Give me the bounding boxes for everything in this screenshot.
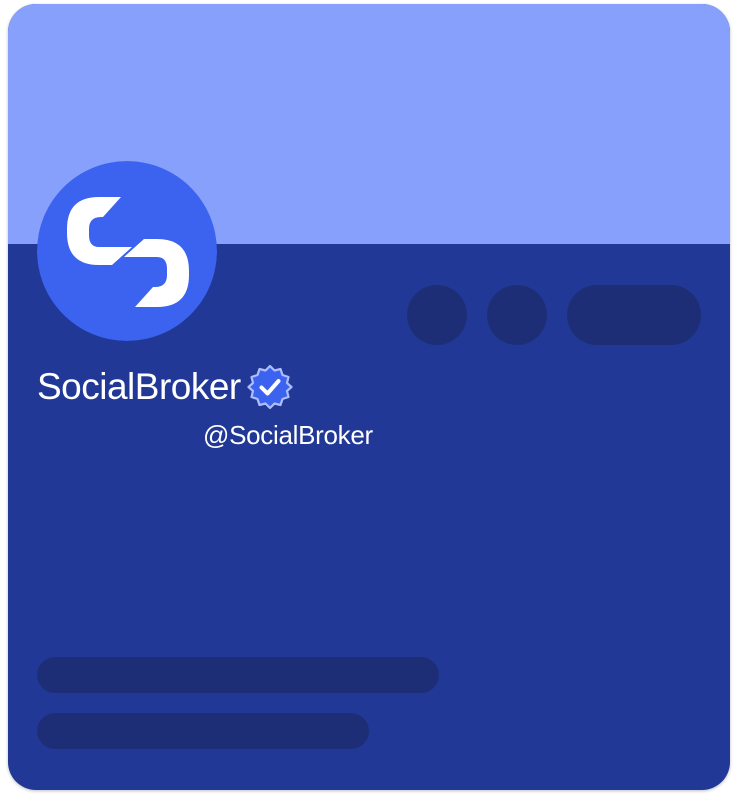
- verified-badge-icon: [247, 364, 293, 410]
- socialbroker-logo-icon: [37, 161, 217, 341]
- profile-handle: @SocialBroker: [203, 420, 373, 450]
- display-name: SocialBroker: [37, 366, 241, 407]
- follow-button-placeholder[interactable]: [567, 285, 701, 345]
- profile-card: SocialBroker @SocialBroker: [8, 4, 730, 790]
- profile-avatar[interactable]: [37, 161, 217, 341]
- action-button-2[interactable]: [487, 285, 547, 345]
- bio-placeholder-line-2: [37, 713, 369, 749]
- name-row: SocialBroker: [37, 362, 293, 412]
- bio-placeholder-line-1: [37, 657, 439, 693]
- action-button-1[interactable]: [407, 285, 467, 345]
